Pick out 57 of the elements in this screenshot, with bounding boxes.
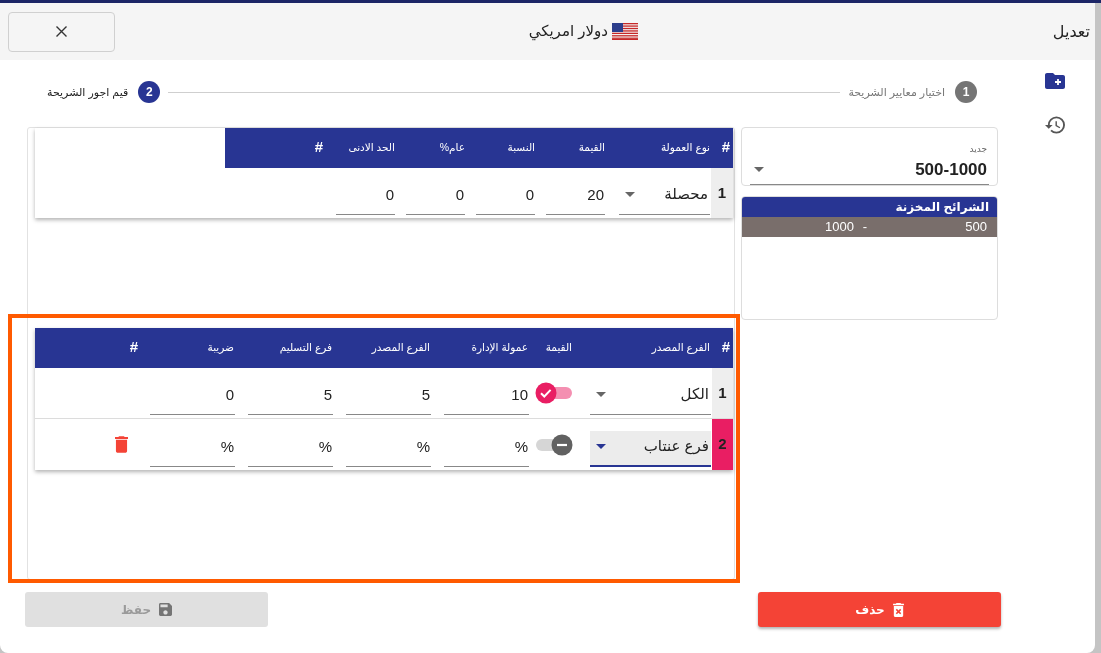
- number-input[interactable]: 0: [406, 179, 465, 215]
- number-input[interactable]: 5: [248, 379, 333, 415]
- branch-dropdown[interactable]: الكل: [590, 379, 711, 415]
- number-input[interactable]: 10: [444, 379, 529, 415]
- trash-icon: [892, 602, 904, 617]
- row-number: 1: [711, 168, 733, 218]
- number-input[interactable]: %: [346, 431, 431, 467]
- caret-icon: [596, 443, 606, 449]
- number-input[interactable]: %: [248, 431, 333, 467]
- dialog-title: تعديل: [1052, 22, 1090, 40]
- history-icon[interactable]: [1045, 116, 1065, 134]
- folder-plus-icon[interactable]: [1045, 73, 1065, 89]
- caret-icon: [596, 392, 606, 397]
- column-header: الفرع المصدر: [585, 328, 712, 368]
- column-header: عام%: [398, 128, 468, 168]
- close-icon: [56, 26, 67, 37]
- delete-button[interactable]: حذف: [758, 592, 1001, 627]
- column-header: الحد الادنى: [328, 128, 398, 168]
- field-label: جديد: [969, 144, 987, 155]
- currency-title: دولار امريكي: [528, 21, 608, 43]
- column-header: ضريبة: [143, 328, 241, 368]
- number-input[interactable]: 0: [476, 179, 535, 215]
- column-header: #: [225, 128, 328, 168]
- step-number[interactable]: 2: [138, 81, 161, 103]
- column-header: نوع العمولة: [608, 128, 711, 168]
- range-to: 1000: [825, 218, 854, 237]
- column-header: النسبة: [468, 128, 538, 168]
- row-number: 2: [712, 419, 733, 470]
- caret-icon: [625, 192, 635, 197]
- flag-icon: [612, 23, 638, 40]
- caret-icon: [754, 167, 764, 172]
- range-dropdown[interactable]: 500-1000: [750, 155, 989, 185]
- column-header: #: [712, 328, 733, 368]
- number-input[interactable]: %: [444, 431, 529, 467]
- branch-dropdown[interactable]: فرع عنتاب: [590, 431, 711, 467]
- column-header: عمولة الإدارة: [437, 328, 535, 368]
- delete-icon[interactable]: [115, 436, 128, 453]
- number-input[interactable]: %: [150, 431, 235, 467]
- column-header: القيمة: [535, 328, 585, 368]
- number-input[interactable]: 5: [346, 379, 431, 415]
- row-number: 1: [712, 368, 733, 418]
- number-input[interactable]: 20: [546, 179, 605, 215]
- number-input[interactable]: 0: [150, 379, 235, 415]
- column-header: #: [35, 328, 143, 368]
- number-input[interactable]: 0: [336, 179, 395, 215]
- toggle-switch[interactable]: [535, 433, 573, 456]
- step-number[interactable]: 1: [955, 81, 977, 103]
- column-header: #: [711, 128, 733, 168]
- column-header: القيمة: [538, 128, 608, 168]
- range-separator: -: [861, 218, 869, 237]
- step-label: قيم اجور الشريحة: [47, 84, 129, 101]
- toggle-switch[interactable]: [535, 382, 573, 404]
- column-header: الفرع المصدر: [339, 328, 437, 368]
- panel-header: الشرائح المخزنة: [742, 197, 997, 217]
- column-header: فرع التسليم: [241, 328, 339, 368]
- step-label: اختيار معايير الشريحة: [848, 84, 945, 101]
- type-dropdown[interactable]: محصلة: [619, 179, 710, 215]
